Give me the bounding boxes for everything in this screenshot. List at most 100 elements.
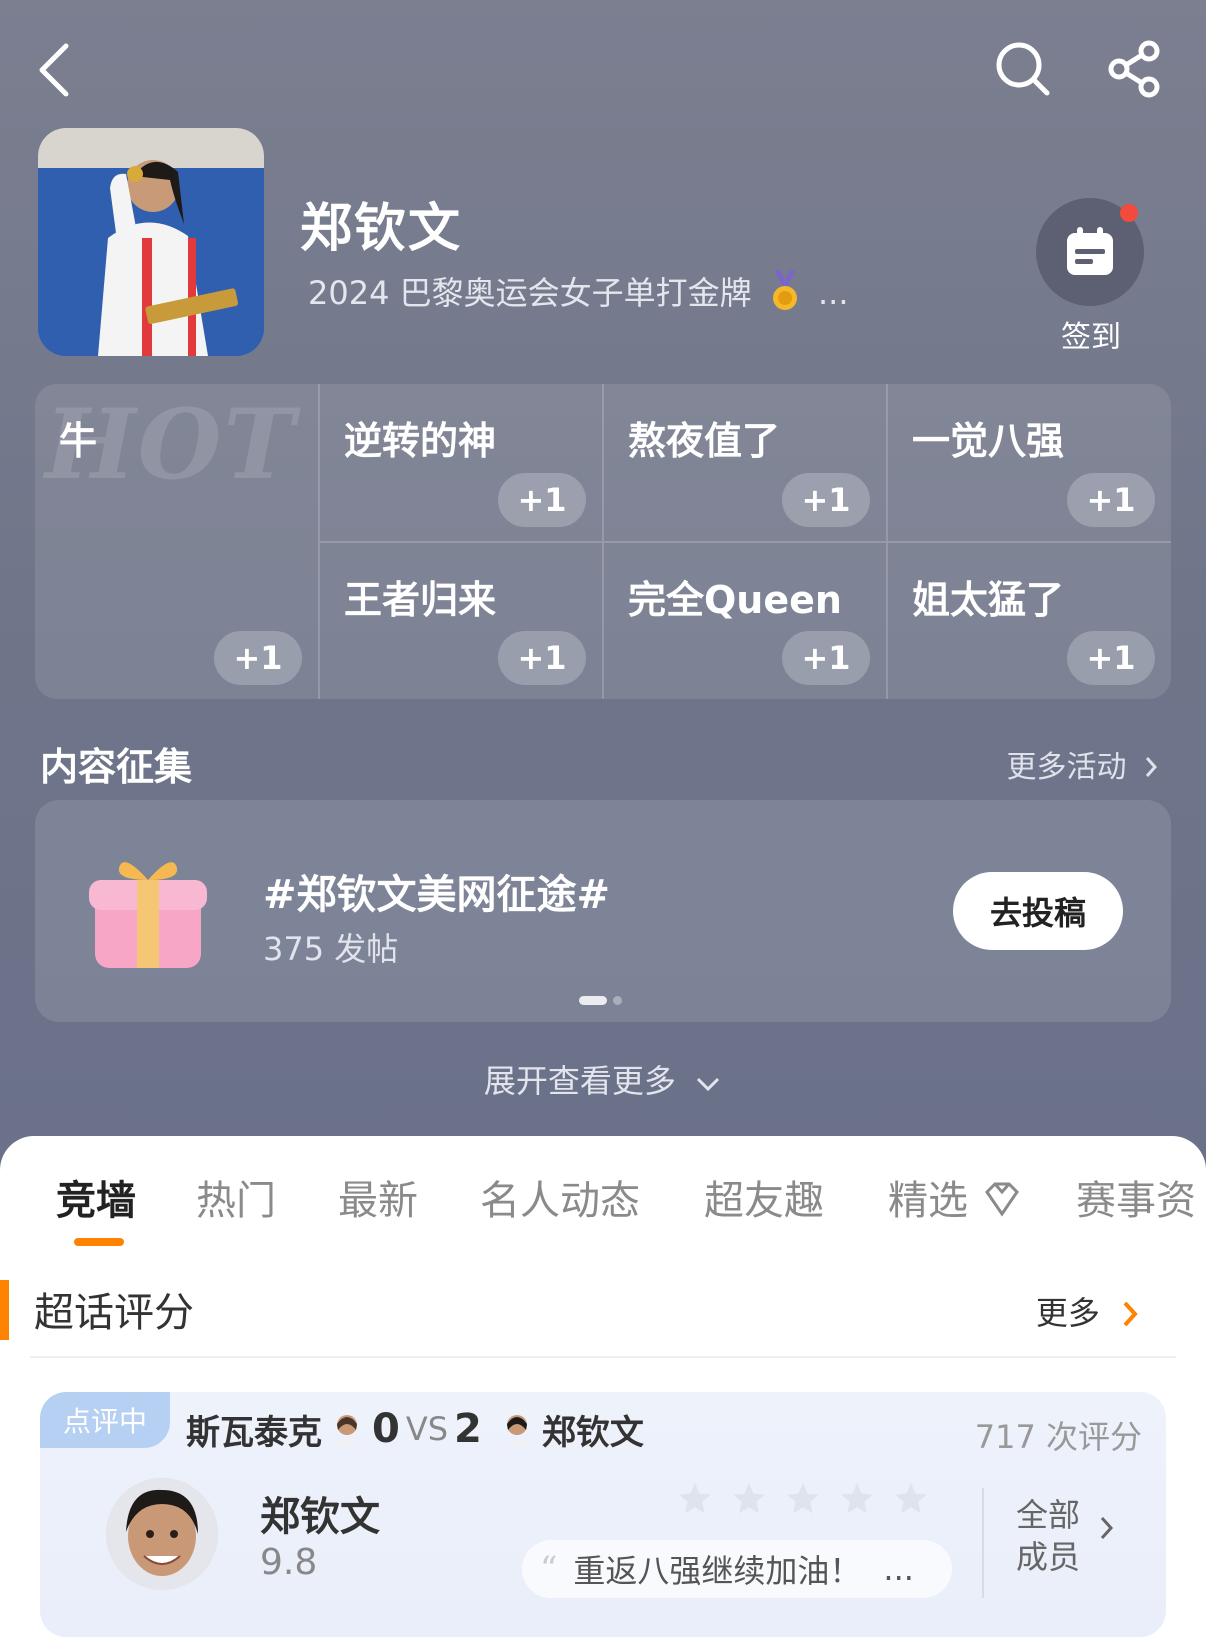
tag-card[interactable]: 逆转的神 +1: [318, 384, 602, 541]
quote-icon: “: [540, 1549, 558, 1589]
plus-one-button[interactable]: +1: [1067, 473, 1155, 527]
tag-label: 一觉八强: [912, 419, 1065, 463]
star-rating[interactable]: [676, 1480, 930, 1518]
athlete-photo-icon: [38, 128, 264, 356]
chevron-left-icon: [39, 43, 69, 97]
player-a-avatar-icon: [335, 1415, 359, 1446]
tab-featured-label: 精选: [888, 1178, 968, 1224]
divider: [30, 1356, 1176, 1358]
rated-player-score: 9.8: [260, 1542, 318, 1583]
active-tab-indicator: [74, 1238, 124, 1246]
submit-post-button[interactable]: 去投稿: [953, 872, 1123, 950]
search-button[interactable]: [990, 36, 1056, 102]
top-bar: [0, 0, 1206, 130]
player-a-name: 斯瓦泰克: [186, 1412, 322, 1453]
top-comment[interactable]: “ 重返八强继续加油！ ...: [522, 1540, 952, 1598]
topic-subtitle: 2024 巴黎奥运会女子单打金牌 ...: [308, 268, 848, 314]
reviewing-badge: 点评中: [40, 1392, 170, 1448]
calendar-icon: [1067, 227, 1113, 275]
tag-label: 牛: [59, 419, 98, 463]
carousel-dot: [613, 996, 622, 1005]
tag-label: 逆转的神: [344, 419, 497, 463]
checkin-label: 签到: [1061, 320, 1121, 355]
rating-section-title: 超话评分: [34, 1290, 194, 1336]
match-rating-card[interactable]: 点评中 斯瓦泰克 0 VS 2 郑钦文 717 次评分 郑钦文 9.8 “ 重返…: [40, 1392, 1166, 1637]
match-score: 斯瓦泰克 0 VS 2 郑钦文: [186, 1404, 644, 1454]
all-members-link[interactable]: 全部成员: [1016, 1494, 1096, 1578]
tag-card[interactable]: 一觉八强 +1: [886, 384, 1171, 541]
feed-sheet: 竞墙 热门 最新 名人动态 超友趣 精选 赛事资 超话评分 更多 点评中 斯瓦泰…: [0, 1136, 1206, 1637]
tag-card[interactable]: 王者归来 +1: [318, 541, 602, 699]
comment-text: 重返八强继续加油！: [573, 1552, 862, 1590]
tab-jingqiang[interactable]: 竞墙: [56, 1168, 136, 1226]
section-title: 内容征集: [40, 745, 193, 789]
expand-more-label: 展开查看更多: [483, 1062, 676, 1100]
gift-box-icon: [83, 846, 213, 976]
profile-header: 郑钦文 2024 巴黎奥运会女子单打金牌 ... 签到: [38, 128, 1168, 358]
score-a: 0: [372, 1406, 400, 1452]
tag-card[interactable]: 熬夜值了 +1: [602, 384, 886, 541]
more-activities-label: 更多活动: [1006, 750, 1127, 785]
expand-more-button[interactable]: 展开查看更多: [0, 1056, 1206, 1102]
feed-tabs: 竞墙 热门 最新 名人动态 超友趣 精选 赛事资: [0, 1168, 1206, 1238]
vs-label: VS: [405, 1410, 449, 1448]
content-collection-card[interactable]: #郑钦文美网征途# 375 发帖 去投稿: [35, 800, 1171, 1022]
tag-label: 姐太猛了: [912, 578, 1065, 622]
checkin-button[interactable]: 签到: [1036, 198, 1146, 356]
carousel-indicator: [579, 996, 622, 1005]
chevron-down-icon: [697, 1077, 720, 1092]
subtitle-text: 2024 巴黎奥运会女子单打金牌: [308, 274, 752, 312]
tab-featured[interactable]: 精选: [888, 1168, 1023, 1226]
player-b-avatar-icon: [504, 1415, 529, 1446]
tag-card[interactable]: 完全Queen +1: [602, 541, 886, 699]
chevron-right-icon[interactable]: [1098, 1514, 1116, 1542]
hot-tags-grid: HOT 牛 +1 逆转的神 +1 熬夜值了 +1 一觉八强 +1 王者归来 +1…: [35, 384, 1171, 699]
star-icon[interactable]: [838, 1480, 876, 1518]
rating-section-header: 超话评分 更多: [0, 1270, 1206, 1340]
tag-card[interactable]: HOT 牛 +1: [35, 384, 318, 699]
rating-more-label: 更多: [1035, 1294, 1100, 1332]
plus-one-button[interactable]: +1: [498, 631, 586, 685]
tab-hot[interactable]: 热门: [196, 1168, 276, 1226]
search-icon: [996, 42, 1050, 96]
star-icon[interactable]: [892, 1480, 930, 1518]
diamond-badge-icon: [984, 1182, 1019, 1217]
gold-medal-icon: [772, 268, 797, 310]
share-button[interactable]: [1102, 36, 1168, 102]
notification-dot: [1120, 204, 1138, 222]
plus-one-button[interactable]: +1: [498, 473, 586, 527]
more-activities-link[interactable]: 更多活动: [1006, 742, 1160, 786]
plus-one-button[interactable]: +1: [782, 631, 870, 685]
chevron-right-icon: [1123, 1301, 1138, 1327]
star-icon[interactable]: [676, 1480, 714, 1518]
tab-latest[interactable]: 最新: [338, 1168, 418, 1226]
section-accent-bar: [0, 1280, 9, 1340]
rated-player-avatar[interactable]: [106, 1478, 218, 1590]
tab-celebrity[interactable]: 名人动态: [480, 1168, 640, 1226]
carousel-dot-active: [579, 996, 607, 1005]
plus-one-button[interactable]: +1: [214, 631, 302, 685]
tag-card[interactable]: 姐太猛了 +1: [886, 541, 1171, 699]
plus-one-button[interactable]: +1: [1067, 631, 1155, 685]
tag-label: 完全Queen: [628, 578, 842, 622]
star-icon[interactable]: [730, 1480, 768, 1518]
topic-name: 郑钦文: [300, 199, 463, 259]
tab-fun[interactable]: 超友趣: [704, 1168, 824, 1226]
rating-more-link[interactable]: 更多: [1036, 1288, 1140, 1334]
chevron-right-icon: [1145, 757, 1158, 777]
subtitle-ellipsis: ...: [817, 274, 849, 312]
plus-one-button[interactable]: +1: [782, 473, 870, 527]
rated-player-name: 郑钦文: [260, 1494, 380, 1540]
collection-post-count: 375 发帖: [263, 930, 399, 968]
collection-topic[interactable]: #郑钦文美网征途#: [263, 862, 610, 920]
checkin-circle: [1036, 198, 1144, 306]
share-icon: [1108, 40, 1160, 98]
star-icon[interactable]: [784, 1480, 822, 1518]
topic-avatar[interactable]: [38, 128, 264, 356]
comment-ellipsis: ...: [883, 1550, 914, 1588]
back-button[interactable]: [24, 30, 84, 110]
player-portrait-icon: [106, 1478, 218, 1590]
tag-label: 熬夜值了: [628, 419, 781, 463]
rating-count: 717 次评分: [974, 1418, 1142, 1456]
tab-events[interactable]: 赛事资: [1076, 1168, 1196, 1226]
